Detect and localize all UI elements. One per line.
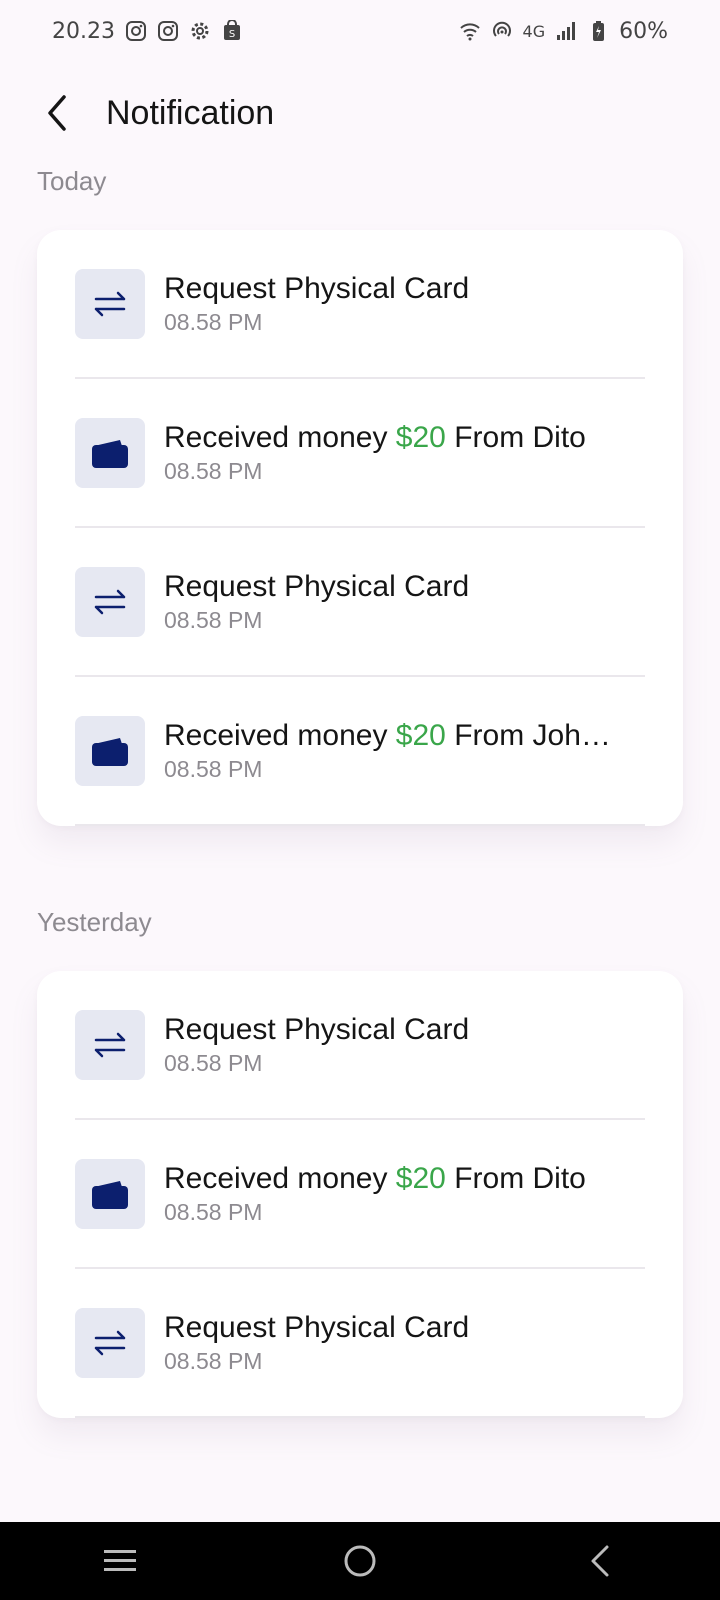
notification-title: Request Physical Card xyxy=(164,272,470,305)
section-label-yesterday: Yesterday xyxy=(37,907,152,937)
notification-title: Received money $20 From Dito xyxy=(164,420,586,456)
instagram-icon xyxy=(125,20,147,42)
home-icon xyxy=(344,1545,376,1577)
home-button[interactable] xyxy=(300,1522,420,1600)
title-prefix: Received money xyxy=(164,719,396,752)
system-nav-bar xyxy=(0,1522,720,1600)
wallet-icon xyxy=(75,1158,145,1229)
notification-time: 08.58 PM xyxy=(164,607,263,633)
notification-item[interactable]: Received money $20 From Joh… 08.58 PM xyxy=(75,677,645,826)
notification-time: 08.58 PM xyxy=(164,309,263,335)
notification-time: 08.58 PM xyxy=(164,1050,263,1076)
notification-title: Request Physical Card xyxy=(164,570,470,603)
notification-time: 08.58 PM xyxy=(164,1199,263,1225)
nav-back-button[interactable] xyxy=(540,1522,660,1600)
title-suffix: From Dito xyxy=(445,1162,586,1195)
status-right: 4G 60% xyxy=(459,19,668,44)
amount: $20 xyxy=(395,421,446,454)
notification-item[interactable]: Request Physical Card 08.58 PM xyxy=(75,971,645,1120)
signal-icon xyxy=(555,20,577,42)
amount: $20 xyxy=(395,1162,446,1195)
transfer-arrows-icon xyxy=(75,1307,145,1378)
recents-button[interactable] xyxy=(60,1522,180,1600)
battery-percent: 60% xyxy=(619,18,668,44)
notification-item[interactable]: Received money $20 From Dito 08.58 PM xyxy=(75,1120,645,1269)
battery-icon xyxy=(587,20,609,42)
notification-item[interactable]: Request Physical Card 08.58 PM xyxy=(75,528,645,677)
notification-title: Received money $20 From Dito xyxy=(164,1161,586,1197)
back-icon xyxy=(591,1545,609,1577)
transfer-arrows-icon xyxy=(75,1009,145,1080)
title-suffix: From Dito xyxy=(445,421,586,454)
back-button[interactable] xyxy=(22,80,92,146)
section-label-today: Today xyxy=(37,166,107,196)
notification-item[interactable]: Request Physical Card 08.58 PM xyxy=(75,1269,645,1418)
status-bar: 20.23 S 4G 60% xyxy=(0,0,720,62)
page-title: Notification xyxy=(106,93,275,132)
notification-title: Request Physical Card xyxy=(164,1311,470,1344)
chevron-left-icon xyxy=(48,95,66,131)
transfer-arrows-icon xyxy=(75,268,145,339)
hotspot-icon xyxy=(491,20,513,42)
status-left: 20.23 S xyxy=(52,19,243,44)
recents-icon xyxy=(104,1550,136,1571)
notification-item[interactable]: Request Physical Card 08.58 PM xyxy=(75,230,645,379)
title-prefix: Received money xyxy=(164,1162,396,1195)
notification-title: Request Physical Card xyxy=(164,1013,470,1046)
notification-title: Received money $20 From Joh… xyxy=(164,718,611,754)
shop-bag-icon: S xyxy=(221,20,243,42)
header: Notification xyxy=(0,80,720,146)
notification-item[interactable]: Received money $20 From Dito 08.58 PM xyxy=(75,379,645,528)
wallet-icon xyxy=(75,417,145,488)
amount: $20 xyxy=(395,719,446,752)
title-suffix: From Joh… xyxy=(445,719,611,752)
status-time: 20.23 xyxy=(52,18,115,44)
notification-time: 08.58 PM xyxy=(164,458,263,484)
wallet-icon xyxy=(75,715,145,786)
title-prefix: Received money xyxy=(164,421,396,454)
settings-gear-icon xyxy=(189,20,211,42)
notification-card-yesterday: Request Physical Card 08.58 PM Received … xyxy=(37,971,683,1418)
notification-time: 08.58 PM xyxy=(164,756,263,782)
notification-card-today: Request Physical Card 08.58 PM Received … xyxy=(37,230,683,826)
network-type: 4G xyxy=(522,21,546,41)
wifi-icon xyxy=(459,20,481,42)
transfer-arrows-icon xyxy=(75,566,145,637)
svg-text:S: S xyxy=(229,29,235,40)
instagram-icon xyxy=(157,20,179,42)
notification-time: 08.58 PM xyxy=(164,1348,263,1374)
